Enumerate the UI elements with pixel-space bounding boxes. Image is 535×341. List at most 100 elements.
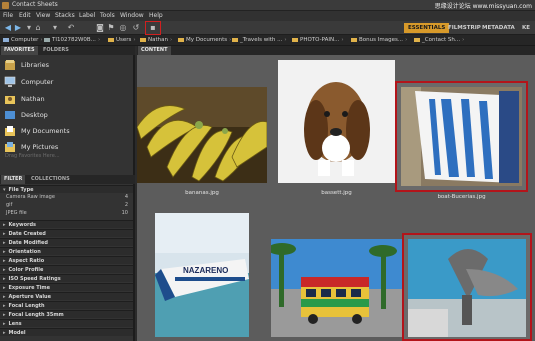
filter-orientation[interactable]: Orientation: [0, 247, 133, 255]
menu-window[interactable]: Window: [120, 12, 144, 19]
filter-iso[interactable]: ISO Speed Ratings: [0, 274, 133, 282]
menu-bar: File Edit View Stacks Label Tools Window…: [0, 11, 535, 21]
filter-model[interactable]: Model: [0, 328, 133, 336]
filter-row-camera-raw[interactable]: Camera Raw image 4: [6, 194, 128, 201]
favorite-label: Desktop: [21, 111, 48, 119]
favorite-computer[interactable]: Computer: [4, 75, 132, 90]
filter-focal-length-35mm[interactable]: Focal Length 35mm: [0, 310, 133, 318]
workspace-essentials[interactable]: ESSENTIALS: [404, 23, 450, 33]
thumbnail-bassett[interactable]: [278, 60, 395, 183]
filter-aperture-value[interactable]: Aperture Value: [0, 292, 133, 300]
breadcrumb-drive[interactable]: TI102782W0B... ›: [44, 36, 100, 45]
highlight-box: [145, 21, 161, 35]
toolbar: ◀ ▶ ▾ ⌂ ▾ ↶ ◙ ⚑ ◎ ↺ ▪ ESSENTIALS FILMSTR…: [0, 21, 535, 35]
thumbnail-bus[interactable]: [268, 239, 402, 337]
menu-stacks[interactable]: Stacks: [55, 12, 75, 19]
filter-focal-length[interactable]: Focal Length: [0, 301, 133, 309]
breadcrumb-photo-painting[interactable]: PHOTO-PAIN... ›: [292, 36, 344, 45]
favorite-libraries[interactable]: Libraries: [4, 58, 132, 73]
libraries-icon: [5, 60, 15, 70]
thumbnail-nazareno[interactable]: NAZARENO: [155, 213, 249, 337]
thumbnail-filename: bananas.jpg: [185, 190, 219, 196]
computer-icon: [4, 76, 16, 87]
favorite-my-documents[interactable]: My Documents: [4, 124, 132, 139]
boomerang-icon[interactable]: ↶: [66, 23, 76, 33]
tab-content[interactable]: CONTENT: [138, 46, 171, 55]
tab-collections[interactable]: COLLECTIONS: [28, 175, 73, 184]
filter-exposure-time[interactable]: Exposure Time: [0, 283, 133, 291]
menu-edit[interactable]: Edit: [19, 12, 31, 19]
user-folder-icon: [5, 96, 15, 104]
thumbnail-caption-boat: boat-Bucerias.jpg: [395, 194, 528, 204]
filter-date-created[interactable]: Date Created: [0, 229, 133, 237]
workspace-keywords[interactable]: KE: [518, 23, 534, 33]
bus-image: [268, 239, 402, 337]
path-bar: Computer › TI102782W0B... › Users › Nathan ›…: [0, 35, 535, 46]
breadcrumb-bonus-images[interactable]: Bonus Images... ›: [351, 36, 407, 45]
thumbnail-filename: bassett.jpg: [321, 190, 352, 196]
workspace-metadata[interactable]: METADATA: [478, 23, 519, 33]
menu-label[interactable]: Label: [79, 12, 95, 19]
tab-favorites[interactable]: FAVORITES: [1, 46, 38, 55]
thumbnail-caption-bananas: bananas.jpg: [137, 190, 267, 200]
breadcrumb-nathan[interactable]: Nathan ›: [140, 36, 172, 45]
open-camera-raw-icon[interactable]: ◎: [118, 23, 128, 33]
filter-row-jpeg[interactable]: JPEG file 10: [6, 210, 128, 217]
filter-row-label: gif: [6, 202, 13, 208]
breadcrumb-travels[interactable]: _Travels with ... ›: [232, 36, 287, 45]
filter-aspect-ratio[interactable]: Aspect Ratio: [0, 256, 133, 264]
thumbnail-sculpture[interactable]: [402, 233, 532, 341]
tab-filter[interactable]: FILTER: [1, 175, 26, 184]
breadcrumb-contact-sheets[interactable]: _Contact Sh... ›: [414, 36, 464, 45]
boat-image: [401, 87, 522, 186]
refine-icon[interactable]: ⚑: [106, 23, 116, 33]
favorite-desktop[interactable]: Desktop: [4, 108, 132, 123]
filter-tab-row: FILTER COLLECTIONS: [0, 175, 135, 184]
filter-lens[interactable]: Lens: [0, 319, 133, 327]
forward-icon[interactable]: ▶: [13, 23, 23, 33]
filter-row-count: 10: [121, 210, 128, 216]
drag-favorites-hint: Drag Favorites Here...: [5, 153, 60, 159]
filter-file-type[interactable]: File Type: [0, 185, 133, 193]
favorite-label: Libraries: [21, 61, 50, 69]
breadcrumb-computer[interactable]: Computer ›: [3, 36, 43, 45]
folder-dropdown-icon[interactable]: ▾: [50, 23, 60, 33]
menu-view[interactable]: View: [36, 12, 50, 19]
filter-row-label: JPEG file: [6, 210, 27, 216]
breadcrumb-users[interactable]: Users ›: [108, 36, 136, 45]
menu-tools[interactable]: Tools: [100, 12, 115, 19]
title-bar: Contact Sheets 思缘设计论坛 www.missyuan.com: [0, 0, 535, 11]
window-title: Contact Sheets: [12, 1, 58, 8]
recent-folder-icon[interactable]: ⌂: [33, 23, 43, 33]
filter-keywords[interactable]: Keywords: [0, 220, 133, 228]
menu-help[interactable]: Help: [149, 12, 163, 19]
camera-icon[interactable]: ◙: [95, 23, 105, 33]
filter-row-label: Camera Raw image: [6, 194, 55, 200]
desktop-icon: [5, 111, 15, 119]
thumbnail-filename: boat-Bucerias.jpg: [437, 194, 486, 200]
favorite-nathan[interactable]: Nathan: [4, 92, 132, 107]
favorite-label: My Pictures: [21, 143, 59, 151]
back-icon[interactable]: ◀: [3, 23, 13, 33]
thumbnail-bananas[interactable]: [136, 87, 268, 183]
menu-file[interactable]: File: [3, 12, 13, 19]
favorite-label: My Documents: [21, 127, 70, 135]
thumbnail-boat-bucerias[interactable]: [395, 81, 528, 192]
filter-row-gif[interactable]: gif 2: [6, 202, 128, 209]
breadcrumb-my-documents[interactable]: My Documents ›: [178, 36, 231, 45]
pictures-icon: [5, 142, 15, 152]
rotate-left-icon[interactable]: ↺: [131, 23, 141, 33]
content-tab-row: CONTENT: [137, 46, 535, 55]
documents-icon: [5, 126, 15, 136]
favorites-tab-row: FAVORITES FOLDERS: [0, 46, 135, 55]
left-panel: FAVORITES FOLDERS Libraries Computer Nat…: [0, 46, 135, 341]
filter-date-modified[interactable]: Date Modified: [0, 238, 133, 246]
nazareno-boat-image: NAZARENO: [155, 213, 249, 337]
favorite-label: Nathan: [21, 95, 45, 103]
bassett-image: [278, 60, 395, 183]
favorite-label: Computer: [21, 78, 54, 86]
filter-color-profile[interactable]: Color Profile: [0, 265, 133, 273]
sculpture-image: [408, 239, 526, 337]
tab-folders[interactable]: FOLDERS: [40, 46, 72, 55]
content-panel: CONTENT bananas.jpg bassett.jpg boat-Buc…: [136, 46, 535, 341]
